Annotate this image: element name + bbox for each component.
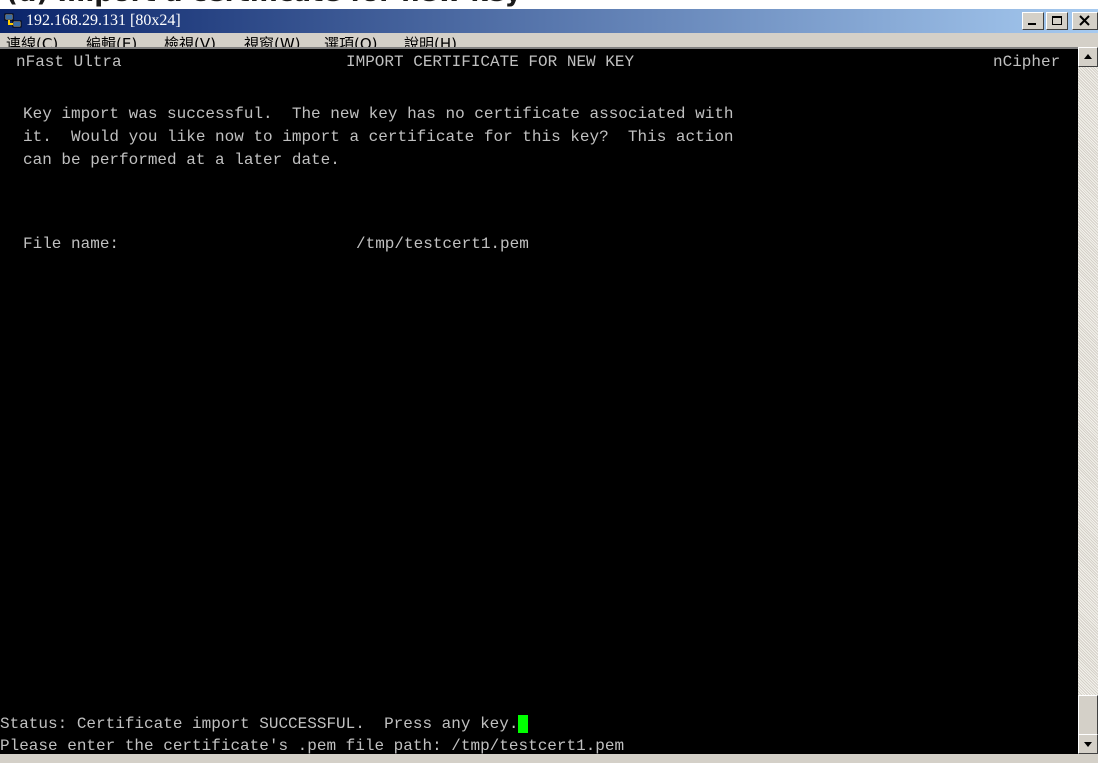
maximize-button[interactable] — [1046, 12, 1068, 30]
file-name-value: /tmp/testcert1.pem — [356, 235, 529, 253]
prompt-line: Please enter the certificate's .pem file… — [0, 737, 625, 755]
terminal-screen[interactable]: nFast Ultra IMPORT CERTIFICATE FOR NEW K… — [0, 47, 1078, 755]
page-heading: (d) Import a certificate for new key — [0, 0, 1098, 9]
terminal-header-right: nCipher — [993, 53, 1061, 71]
network-computers-icon — [4, 13, 22, 29]
vertical-scrollbar[interactable] — [1078, 47, 1098, 754]
title-bar[interactable]: 192.168.29.131 [80x24] — [0, 9, 1098, 33]
scrollbar-thumb[interactable] — [1078, 695, 1098, 735]
message-line: can be performed at a later date. — [23, 151, 340, 169]
terminal-cursor — [518, 715, 529, 733]
scroll-down-button[interactable] — [1078, 734, 1098, 754]
terminal-header-left: nFast Ultra — [16, 53, 122, 71]
window-title: 192.168.29.131 [80x24] — [26, 12, 181, 29]
message-line: Key import was successful. The new key h… — [23, 105, 734, 123]
message-line: it. Would you like now to import a certi… — [23, 128, 734, 146]
status-text: Status: Certificate import SUCCESSFUL. P… — [0, 715, 519, 733]
minimize-button[interactable] — [1022, 12, 1044, 30]
arrow-up-icon — [1084, 54, 1092, 59]
status-line: Status: Certificate import SUCCESSFUL. P… — [0, 715, 529, 733]
close-button[interactable] — [1072, 12, 1098, 30]
scroll-up-button[interactable] — [1078, 47, 1098, 67]
arrow-down-icon — [1084, 742, 1092, 747]
file-name-label: File name: — [23, 235, 120, 253]
page-heading-text: (d) Import a certificate for new key — [6, 0, 522, 8]
terminal-header-center: IMPORT CERTIFICATE FOR NEW KEY — [346, 53, 635, 71]
